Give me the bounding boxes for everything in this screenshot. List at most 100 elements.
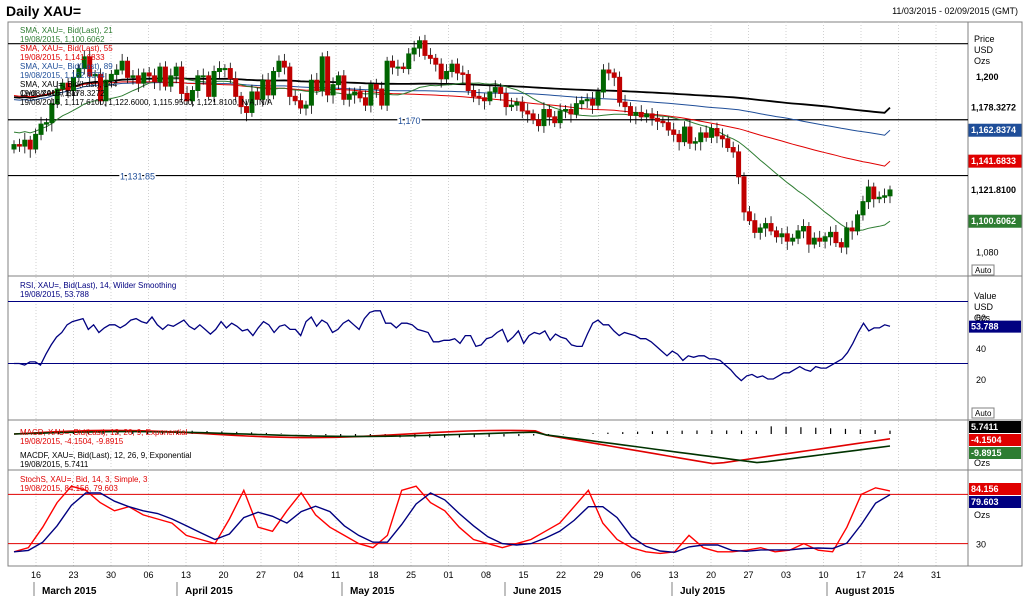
candle-body (222, 68, 228, 71)
macd-legend-value: 19/08/2015, -4.1504, -9.8915 (20, 437, 124, 446)
stoch-tick: 30 (976, 540, 986, 550)
candle-body (406, 53, 412, 70)
candle-body (844, 227, 850, 248)
panel-rsi (7, 275, 969, 421)
macd-unit: Ozs (974, 458, 991, 468)
rsi-badge-text: 53.788 (971, 322, 999, 332)
candle-body (11, 144, 17, 150)
candle-body (276, 60, 282, 72)
candle-body (530, 113, 536, 121)
candle-body (622, 101, 628, 108)
candle-body (563, 109, 569, 112)
candle-body (33, 133, 39, 150)
x-tick-day: 30 (106, 570, 116, 580)
candle-body (373, 84, 379, 90)
candle-body (654, 117, 660, 122)
candle-body (508, 104, 514, 108)
candle-body (384, 60, 390, 106)
x-tick-day: 20 (219, 570, 229, 580)
candle-body (882, 195, 888, 198)
candle-body (498, 87, 504, 94)
price-legend-name: SMA, XAU=, Bid(Last), 21 (20, 26, 113, 35)
price-legend-name: SMA, XAU=, Bid(Last), 144 (20, 80, 118, 89)
candle-body (22, 139, 28, 147)
candle-body (763, 223, 769, 229)
chart-canvas: 1,1701,131.85 SMA, XAU=, Bid(Last), 2119… (7, 21, 1023, 597)
x-tick-day: 06 (631, 570, 641, 580)
candle-body (584, 98, 590, 102)
candle-body (649, 113, 655, 119)
candle-body (736, 151, 742, 178)
candle-body (525, 110, 531, 115)
x-tick-day: 11 (331, 570, 340, 580)
candle-body (179, 66, 185, 94)
x-tick-day: 15 (519, 570, 529, 580)
price-tick: 1,080 (976, 247, 999, 257)
candle-body (876, 196, 882, 200)
x-tick-day: 06 (144, 570, 154, 580)
price-badge-text: 1,162.8374 (971, 125, 1016, 135)
candle-body (828, 231, 834, 238)
candle-body (200, 75, 206, 78)
candle-body (211, 70, 217, 97)
candle-body (265, 79, 271, 96)
candle-body (703, 132, 709, 138)
candle-body (303, 104, 309, 109)
candle-body (319, 56, 325, 91)
x-month-label: July 2015 (680, 586, 725, 597)
candle-body (314, 79, 320, 91)
candle-body (768, 223, 774, 232)
candle-body (487, 91, 493, 102)
price-badge-text: 1,141.6833 (971, 156, 1016, 166)
stoch-badge-text: 84.156 (971, 484, 999, 494)
x-tick-day: 18 (369, 570, 379, 580)
candle-body (660, 120, 666, 124)
rsi-legend-name: RSI, XAU=, Bid(Last), 14, Wilder Smoothi… (20, 281, 176, 290)
macdf-legend-name: MACDF, XAU=, Bid(Last), 12, 26, 9, Expon… (20, 451, 192, 460)
candle-body (27, 139, 33, 150)
candle-body (514, 101, 520, 106)
stoch-unit: Ozs (974, 510, 991, 520)
candle-body (849, 227, 855, 232)
candle-body (433, 57, 439, 65)
candle-body (779, 233, 785, 238)
level-label: 1,131.85 (120, 172, 155, 182)
candle-body (417, 40, 423, 49)
candle-body (687, 126, 693, 144)
candle-body (422, 40, 428, 56)
candle-body (281, 60, 287, 68)
x-tick-day: 10 (819, 570, 829, 580)
candle-body (260, 79, 266, 100)
candle-body (552, 116, 558, 124)
candle-body (465, 73, 471, 91)
macd-legend-name: MACD, XAU=, Bid(Last), 12, 26, 9, Expone… (20, 428, 188, 437)
candle-body (860, 201, 866, 216)
candle-body (341, 75, 347, 100)
candle-body (773, 230, 779, 238)
candle-body (449, 63, 455, 72)
candle-body (595, 91, 601, 106)
x-axis: 16 23 30 06 13 20 27 04 11 18 25 01 08 15 22 29 06 13 20 27… (8, 565, 968, 597)
auto-label: Auto (975, 266, 992, 275)
price-legend-name: SMA, XAU=, Bid(Last), 55 (20, 44, 113, 53)
candle-body (368, 84, 374, 106)
macd-badge-text: 5.7411 (971, 422, 998, 432)
candle-body (606, 69, 612, 74)
candle-body (795, 230, 801, 239)
price-legend-value: 19/08/2015, 1,100.6062 (20, 35, 105, 44)
candle-body (698, 132, 704, 143)
candle-body (682, 126, 688, 143)
price-axis-title: Ozs (974, 56, 991, 66)
candle-body (714, 128, 720, 137)
candle-body (665, 122, 671, 131)
x-month-label: March 2015 (42, 586, 97, 597)
candle-body (362, 97, 368, 106)
rsi-axis-title: Value (974, 291, 996, 301)
candle-body (568, 109, 574, 115)
candle-body (833, 231, 839, 244)
x-tick-day: 29 (594, 570, 604, 580)
x-tick-day: 25 (406, 570, 416, 580)
candle-body (130, 75, 136, 78)
candle-body (152, 75, 158, 83)
candle-body (216, 68, 222, 72)
